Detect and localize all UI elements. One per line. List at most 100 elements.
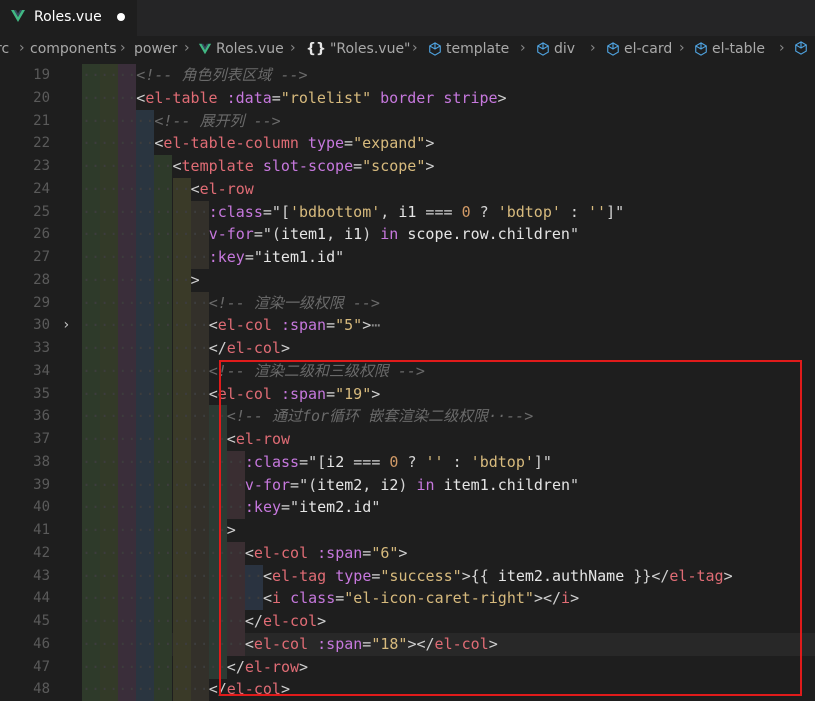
code-line[interactable]: ·· ·· ·· ·· ·· ·· ·· ·· ·· 40:key="item2.id" [0, 496, 815, 520]
code-line[interactable]: ·· ·· ·· ·· ·· ·· 28 > [0, 268, 815, 292]
code-token: item2.authName [497, 566, 625, 585]
indent-guide: ·· [82, 86, 101, 110]
line-number: 23 [33, 158, 50, 174]
indent-guide: ·· [226, 541, 245, 565]
code-line[interactable]: ·· ·· ·· ·· ·· ·· ·· ·· ·· 42 <el-col :span="6"> [0, 541, 815, 565]
code-token: item2 [317, 475, 363, 494]
code-line[interactable]: ·· ·· ·· ·· 21 <!-- 展开列 --> [0, 109, 815, 133]
code-line[interactable]: ·· ·· ·· ·· ·· 23 <template slot-scope="scope"… [0, 155, 815, 178]
code-line[interactable]: ·· ·· ·· ·· ·· ·· ·· ·· ·· ·· 43 <el-tag type="succ… [0, 564, 815, 588]
code-line[interactable]: ·· ·· ·· 19 <!-- 角色列表区域 --> [0, 64, 815, 87]
code-line[interactable]: ·· ·· ·· ·· ·· ·· 24 <el-row [0, 177, 815, 201]
code-editor[interactable]: ·· ·· ·· 19 <!-- 角色列表区域 --> ·· ·· ·· 20 <el-table… [0, 64, 815, 701]
breadcrumb-item[interactable] [794, 41, 808, 55]
breadcrumb-item[interactable]: power [134, 41, 177, 57]
breadcrumb-item[interactable]: div [536, 41, 575, 57]
code-text: <el-col :span="6"> [245, 542, 408, 565]
code-token: > [299, 657, 309, 676]
breadcrumb-item[interactable]: rc [0, 41, 9, 57]
code-line[interactable]: ·· ·· ·· ·· ·· ·· ·· 34 <!-- 渲染二级和三级权限 --> [0, 359, 815, 383]
code-token: "5" [335, 316, 363, 335]
code-token: < [263, 566, 273, 585]
indent-guide: ·· [136, 678, 155, 701]
code-token: border [380, 88, 435, 107]
code-token: <!-- 通过for循环 嵌套渲染二级权限··--> [226, 407, 534, 426]
code-token: v-for [244, 475, 291, 494]
code-token: el-col [253, 543, 309, 562]
breadcrumb-item[interactable]: template [428, 41, 509, 57]
code-token: :data [226, 88, 272, 107]
indent-guide: ·· [82, 223, 101, 247]
code-line[interactable]: ·· ·· ·· ·· ·· ·· ·· 29 <!-- 渲染一级权限 --> [0, 291, 815, 315]
code-line[interactable]: ·· ·· ·· ·· ·· ·· ·· ·· 36 <!-- 通过for循环 嵌套渲染二级权限·… [0, 405, 815, 429]
code-token: el-col [253, 634, 309, 653]
line-number: 34 [33, 362, 50, 379]
indent-guide: ·· [136, 382, 155, 406]
indent-guide: ·· [172, 382, 191, 406]
code-line[interactable]: ·· ·· ·· ·· ·· ·· ·· 30 › <el-col :span="5">⋯ [0, 314, 815, 338]
code-token: :class [244, 452, 300, 471]
code-line[interactable]: ·· ·· ·· ·· ·· ·· ·· 27:key="item1.id" [0, 246, 815, 269]
code-line[interactable]: ·· ·· ·· ·· ·· ·· ·· 33 </el-col> [0, 337, 815, 360]
code-token: =" [253, 225, 272, 244]
indent-guide: ·· [100, 473, 119, 497]
breadcrumb-item[interactable]: components [30, 41, 117, 57]
code-token: item1 [280, 225, 327, 244]
indent-guide: ·· [190, 337, 209, 360]
code-line[interactable]: ·· ·· ·· ·· ·· ·· ·· ·· 41 > [0, 519, 815, 542]
indent-guide: ·· [100, 428, 119, 451]
code-line[interactable]: ·· ·· ·· ·· ·· ·· ·· ·· 47 </el-row> [0, 655, 815, 679]
indent-guide: ·· [208, 405, 227, 429]
line-number: 30 [33, 317, 50, 334]
indent-guide: ·· [208, 450, 227, 474]
unsaved-dot-icon[interactable] [117, 13, 125, 21]
code-line[interactable]: ·· ·· ·· ·· ·· ·· ·· 26 v-for="(item1, i1) in sc… [0, 223, 815, 247]
breadcrumb-label: Roles.vue [216, 41, 284, 57]
chevron-right-icon: › [19, 40, 25, 56]
indent-guide: ·· [118, 155, 137, 178]
code-line[interactable]: ·· ·· ·· ·· ·· ·· ·· 48 </el-col> [0, 678, 815, 701]
fold-chevron-icon[interactable]: › [62, 314, 70, 337]
code-token: {{ [470, 566, 498, 585]
indent-guide: ·· [82, 496, 101, 520]
code-token: '' [588, 202, 607, 221]
breadcrumb-item[interactable]: {} "Roles.vue" [306, 41, 411, 57]
indent-guide: ·· [100, 86, 119, 110]
tab-roles-vue[interactable]: Roles.vue [0, 0, 137, 36]
code-line[interactable]: ·· ·· ·· ·· ·· ·· ·· ·· ·· 38:class="[i2 === 0 ? … [0, 450, 815, 474]
indent-guide: ·· [100, 678, 119, 701]
code-token: < [226, 430, 236, 448]
code-token: stripe [443, 88, 498, 107]
indent-guide: ·· [100, 337, 119, 360]
indent-guide: ·· [82, 382, 101, 406]
code-token: : [560, 202, 588, 221]
code-line[interactable]: ·· ·· ·· ·· ·· ·· ·· ·· ·· 46 <el-col :span="18"><… [0, 632, 815, 656]
code-line[interactable]: ·· ·· ·· ·· ·· ·· ·· ·· ·· 45 </el-col> [0, 610, 815, 633]
code-line[interactable]: ·· ·· ·· ·· ·· ·· ·· 35 <el-col :span="19"> [0, 382, 815, 406]
breadcrumb-item[interactable]: el-card [606, 41, 672, 57]
code-line[interactable]: ·· ·· ·· ·· ·· ·· ·· ·· ·· 39 v-for="(item2, i2) i… [0, 473, 815, 497]
indent-guide: ·· [100, 246, 119, 269]
breadcrumb-item[interactable]: Roles.vue [198, 41, 284, 57]
indent-guide: ·· [100, 541, 119, 565]
indent-guide: ·· [190, 314, 209, 338]
code-text: <!-- 渲染二级和三级权限 --> [209, 360, 425, 383]
code-line[interactable]: ·· ·· ·· ·· ·· ·· ·· ·· 37 <el-row [0, 428, 815, 451]
indent-guide: ·· [118, 632, 137, 656]
code-token: ></ [407, 634, 435, 653]
code-text: > [227, 519, 236, 542]
code-token: in [416, 475, 435, 494]
indent-guide: ·· [136, 564, 155, 588]
code-line[interactable]: ·· ·· ·· ·· ·· ·· ·· 25:class="['bdbottom', i1 … [0, 200, 815, 224]
line-number: 24 [33, 180, 50, 197]
indent-guide: ·· [136, 337, 155, 360]
code-token: = [326, 384, 336, 403]
code-token: <!-- 渲染二级和三级权限 --> [208, 361, 425, 380]
code-line[interactable]: ·· ·· ·· 20 <el-table :data="rolelist" borde… [0, 86, 815, 110]
code-token: = [353, 157, 363, 175]
code-line[interactable]: ·· ·· ·· ·· 22 <el-table-column type="expand"… [0, 132, 815, 156]
breadcrumb-item[interactable]: el-table [694, 41, 765, 57]
code-token: = [335, 589, 345, 608]
code-line[interactable]: ·· ·· ·· ·· ·· ·· ·· ·· ·· ·· 44 <i class="el-icon-… [0, 587, 815, 611]
